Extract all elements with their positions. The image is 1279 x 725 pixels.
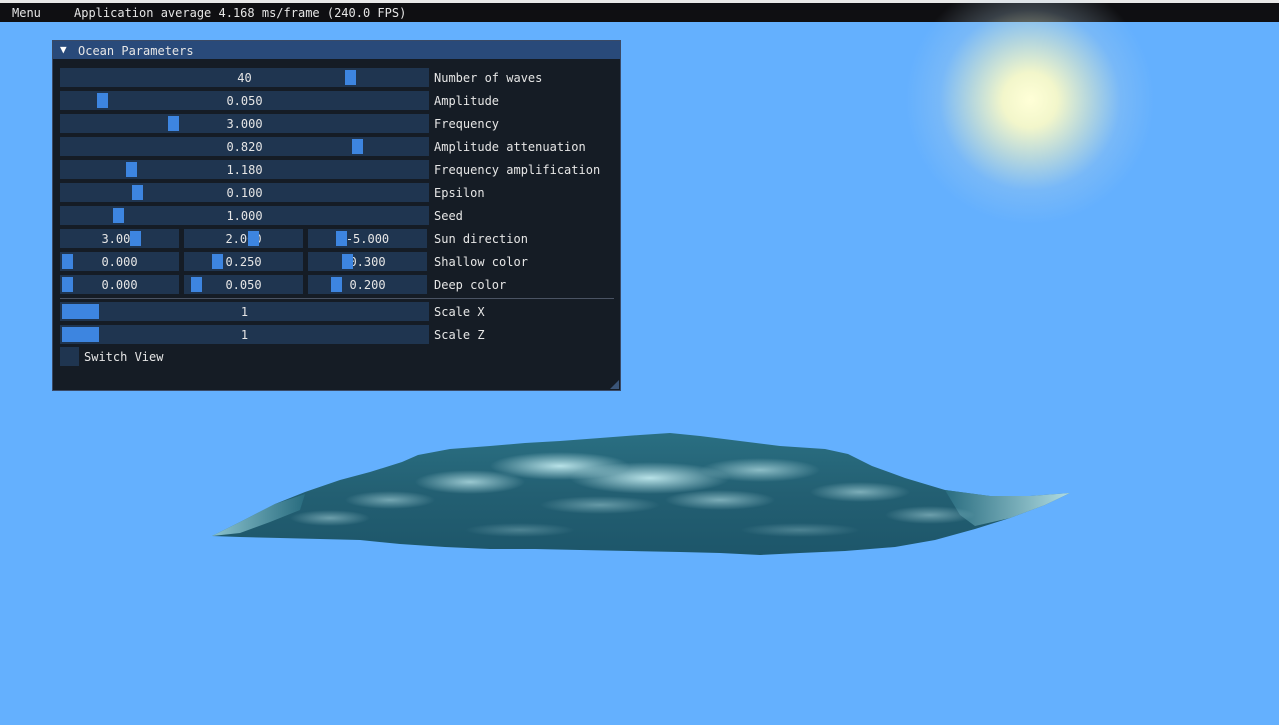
slider-value: 1.180 — [226, 163, 263, 177]
slider-value: 1 — [240, 328, 249, 342]
slider-grab[interactable] — [331, 277, 342, 292]
number-of-waves-label: Number of waves — [434, 71, 543, 85]
sun-direction-y-slider[interactable]: 2.000 — [184, 229, 303, 248]
slider-value: 2.000 — [225, 232, 262, 246]
scale-z-slider[interactable]: 1 — [60, 325, 429, 344]
slider-grab[interactable] — [212, 254, 223, 269]
ocean-parameters-window: ▼ Ocean Parameters 40 Number of waves 0.… — [52, 40, 621, 391]
scale-x-label: Scale X — [434, 305, 485, 319]
shallow-color-label: Shallow color — [434, 255, 528, 269]
slider-value: 0.100 — [226, 186, 263, 200]
slider-value: 0.300 — [349, 255, 386, 269]
slider-grab[interactable] — [113, 208, 124, 223]
seed-slider[interactable]: 1.000 — [60, 206, 429, 225]
scale-z-label: Scale Z — [434, 328, 485, 342]
slider-grab[interactable] — [130, 231, 141, 246]
slider-value: 0.000 — [101, 278, 138, 292]
slider-grab[interactable] — [132, 185, 143, 200]
amplitude-slider[interactable]: 0.050 — [60, 91, 429, 110]
slider-grab[interactable] — [62, 304, 99, 319]
scale-x-slider[interactable]: 1 — [60, 302, 429, 321]
slider-value: 3.000 — [226, 117, 263, 131]
slider-grab[interactable] — [352, 139, 363, 154]
window-title-bar[interactable]: ▼ Ocean Parameters — [53, 41, 620, 59]
epsilon-slider[interactable]: 0.100 — [60, 183, 429, 202]
resize-grip-icon[interactable] — [610, 380, 619, 389]
window-title: Ocean Parameters — [78, 44, 194, 58]
slider-grab[interactable] — [168, 116, 179, 131]
ocean-mesh — [212, 433, 1070, 555]
slider-grab[interactable] — [345, 70, 356, 85]
slider-grab[interactable] — [191, 277, 202, 292]
slider-grab[interactable] — [126, 162, 137, 177]
slider-grab[interactable] — [62, 254, 73, 269]
slider-value: 1 — [240, 305, 249, 319]
collapse-arrow-icon[interactable]: ▼ — [60, 43, 67, 56]
slider-value: 40 — [237, 71, 252, 85]
frequency-label: Frequency — [434, 117, 500, 131]
slider-grab[interactable] — [336, 231, 347, 246]
shallow-color-b-slider[interactable]: 0.300 — [308, 252, 427, 271]
switch-view-checkbox[interactable] — [60, 347, 79, 366]
deep-color-g-slider[interactable]: 0.050 — [184, 275, 303, 294]
deep-color-r-slider[interactable]: 0.000 — [60, 275, 179, 294]
frequency-amplification-slider[interactable]: 1.180 — [60, 160, 429, 179]
seed-label: Seed — [434, 209, 463, 223]
sun-direction-x-slider[interactable]: 3.000 — [60, 229, 179, 248]
slider-value: 0.250 — [225, 255, 262, 269]
number-of-waves-slider[interactable]: 40 — [60, 68, 429, 87]
amplitude-attenuation-slider[interactable]: 0.820 — [60, 137, 429, 156]
epsilon-label: Epsilon — [434, 186, 485, 200]
separator — [60, 298, 614, 299]
frequency-amplification-label: Frequency amplification — [434, 163, 601, 177]
slider-value: 0.200 — [349, 278, 386, 292]
deep-color-label: Deep color — [434, 278, 507, 292]
slider-value: 0.050 — [226, 94, 263, 108]
sun-direction-label: Sun direction — [434, 232, 528, 246]
slider-value: 3.000 — [101, 232, 138, 246]
slider-value: 0.000 — [101, 255, 138, 269]
shallow-color-r-slider[interactable]: 0.000 — [60, 252, 179, 271]
amplitude-attenuation-label: Amplitude attenuation — [434, 140, 586, 154]
slider-grab[interactable] — [97, 93, 108, 108]
slider-grab[interactable] — [248, 231, 259, 246]
slider-grab[interactable] — [62, 327, 99, 342]
slider-value: -5.000 — [345, 232, 390, 246]
deep-color-b-slider[interactable]: 0.200 — [308, 275, 427, 294]
slider-grab[interactable] — [62, 277, 73, 292]
slider-grab[interactable] — [342, 254, 353, 269]
frequency-slider[interactable]: 3.000 — [60, 114, 429, 133]
slider-value: 0.820 — [226, 140, 263, 154]
switch-view-label[interactable]: Switch View — [84, 350, 163, 364]
shallow-color-g-slider[interactable]: 0.250 — [184, 252, 303, 271]
sun-direction-z-slider[interactable]: -5.000 — [308, 229, 427, 248]
amplitude-label: Amplitude — [434, 94, 500, 108]
